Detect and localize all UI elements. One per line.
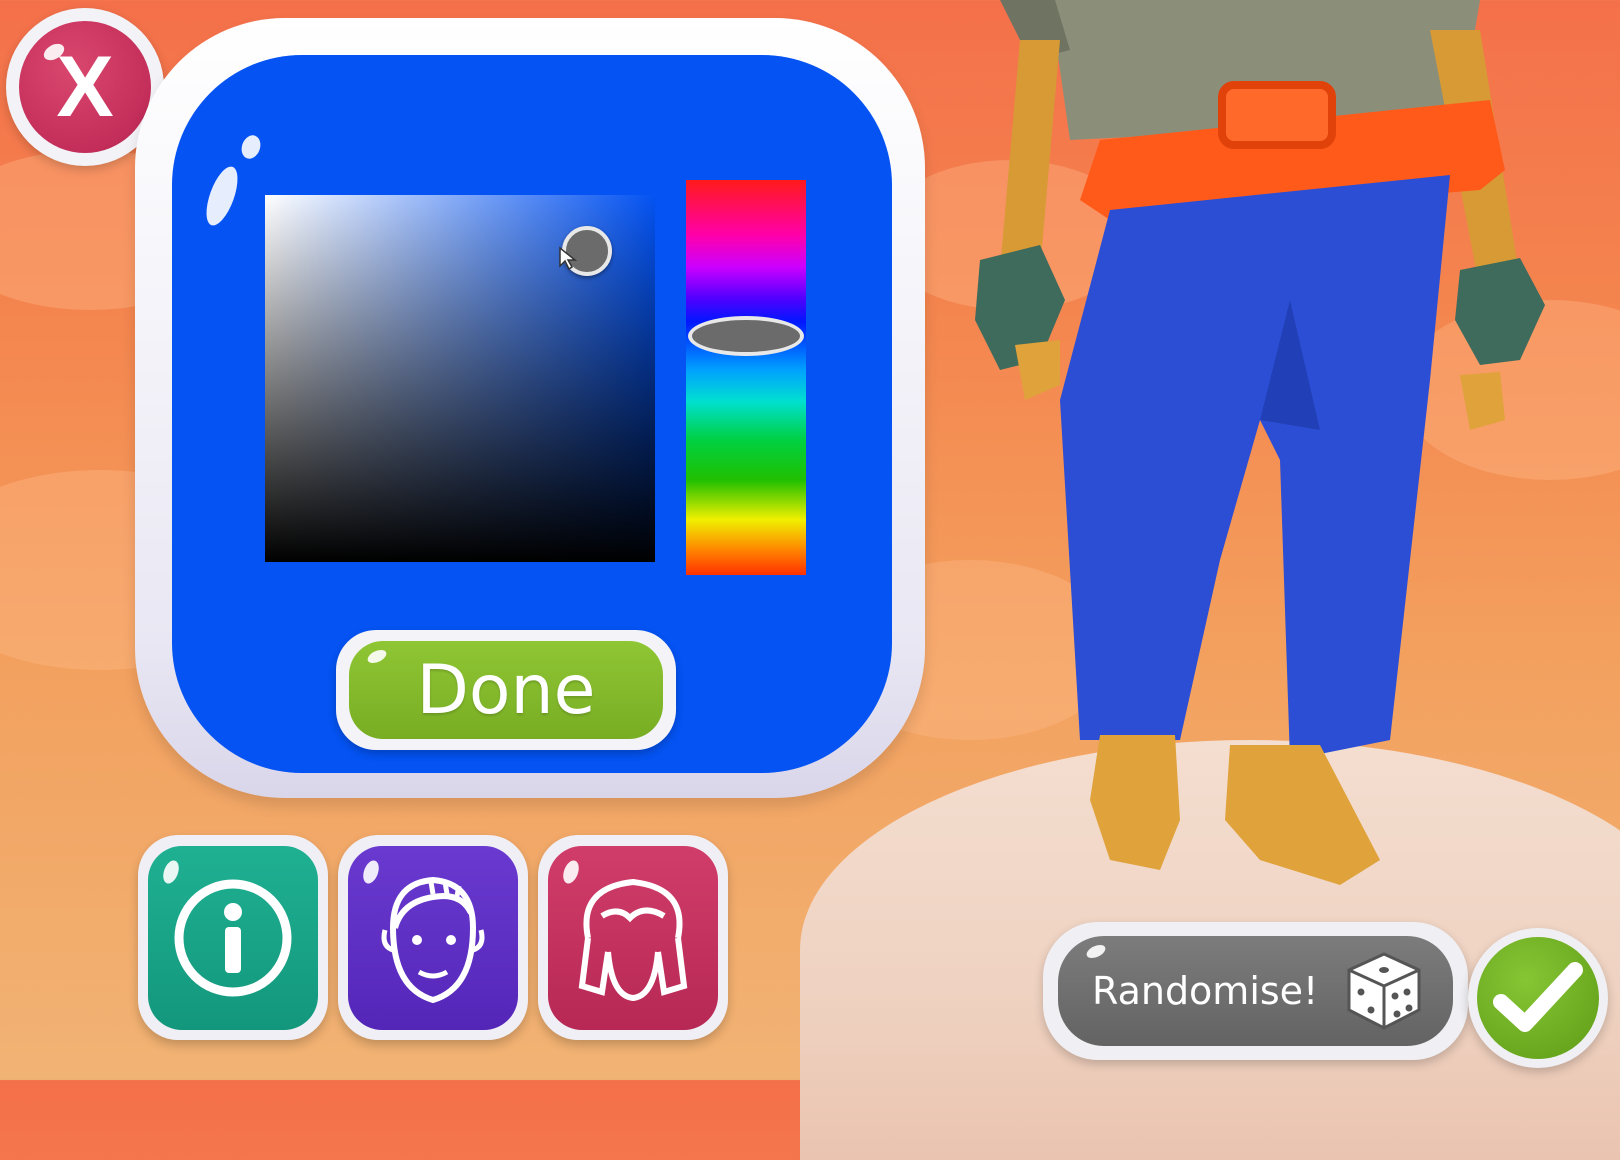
character-left-shoe [1090,735,1180,870]
done-button-face: Done [349,641,663,739]
character-model [975,0,1545,885]
done-button-gloss [365,647,389,666]
character-left-arm [1000,40,1060,270]
randomise-button-face: Randomise! [1058,936,1453,1046]
face-icon [381,876,485,1003]
randomise-label: Randomise! [1092,969,1319,1013]
panel-gloss [200,162,244,230]
character-right-glove [1455,258,1545,365]
close-icon: X [56,38,114,135]
tab-face-face [348,845,518,1030]
checkmark-icon [1493,962,1583,1032]
confirm-button[interactable] [1468,928,1608,1068]
close-button-face: X [19,21,151,153]
panel-gloss [238,132,264,162]
character-left-hand [1015,340,1060,400]
info-icon [174,879,292,996]
tab-hair[interactable] [538,835,728,1040]
confirm-button-face [1477,937,1599,1059]
done-button[interactable]: Done [336,630,676,750]
tab-hair-face [548,845,718,1030]
hue-slider-handle[interactable] [688,316,804,356]
tab-info-face [148,845,318,1030]
randomise-gloss [1084,942,1108,961]
character-belt-buckle [1218,81,1336,149]
mouse-cursor-icon [559,246,578,271]
tab-info[interactable] [138,835,328,1040]
character-right-hand [1460,372,1505,430]
hue-slider[interactable] [686,180,806,575]
tab-face[interactable] [338,835,528,1040]
character-pants [1060,175,1450,760]
randomise-button[interactable]: Randomise! [1043,922,1468,1060]
character-right-shoe [1225,745,1380,885]
hair-icon [578,878,688,1001]
done-button-label: Done [416,650,596,730]
dice-icon [1347,952,1421,1030]
